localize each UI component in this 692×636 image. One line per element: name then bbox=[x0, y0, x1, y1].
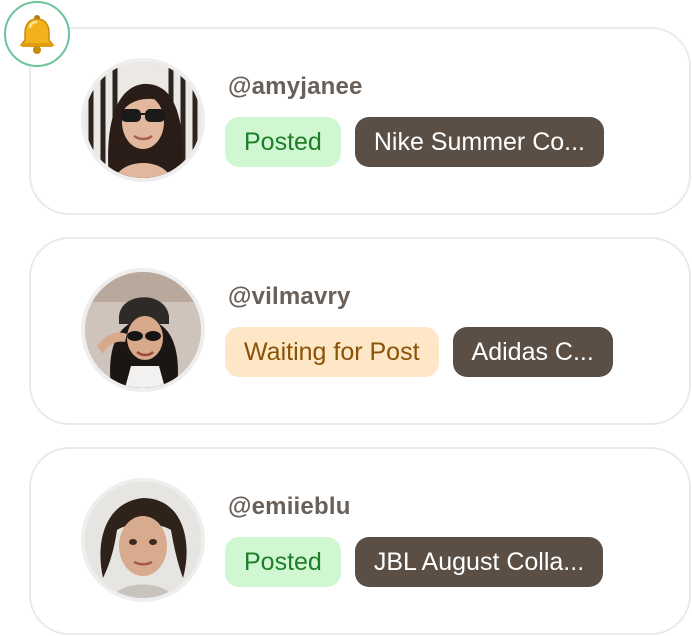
creator-handle[interactable]: @emiieblu bbox=[228, 493, 351, 521]
chip-row: Waiting for Post Adidas C... bbox=[225, 327, 613, 377]
bell-icon bbox=[19, 15, 55, 54]
creator-card[interactable]: @amyjanee Posted Nike Summer Co... bbox=[29, 27, 691, 215]
avatar bbox=[81, 478, 205, 602]
campaign-tag[interactable]: Adidas C... bbox=[452, 327, 613, 377]
campaign-tag[interactable]: JBL August Colla... bbox=[354, 537, 604, 587]
creator-handle[interactable]: @amyjanee bbox=[228, 73, 363, 101]
creator-handle[interactable]: @vilmavry bbox=[228, 283, 351, 311]
avatar bbox=[81, 268, 205, 392]
avatar bbox=[81, 58, 205, 182]
creator-card[interactable]: @emiieblu Posted JBL August Colla... bbox=[29, 447, 691, 635]
status-badge: Posted bbox=[225, 117, 341, 167]
campaign-tag[interactable]: Nike Summer Co... bbox=[354, 117, 605, 167]
creator-card[interactable]: @vilmavry Waiting for Post Adidas C... bbox=[29, 237, 691, 425]
chip-row: Posted Nike Summer Co... bbox=[225, 117, 605, 167]
chip-row: Posted JBL August Colla... bbox=[225, 537, 604, 587]
status-badge: Waiting for Post bbox=[225, 327, 439, 377]
status-badge: Posted bbox=[225, 537, 341, 587]
creator-status-list: @amyjanee Posted Nike Summer Co... @vilm… bbox=[0, 0, 692, 636]
notification-badge[interactable] bbox=[4, 1, 70, 67]
